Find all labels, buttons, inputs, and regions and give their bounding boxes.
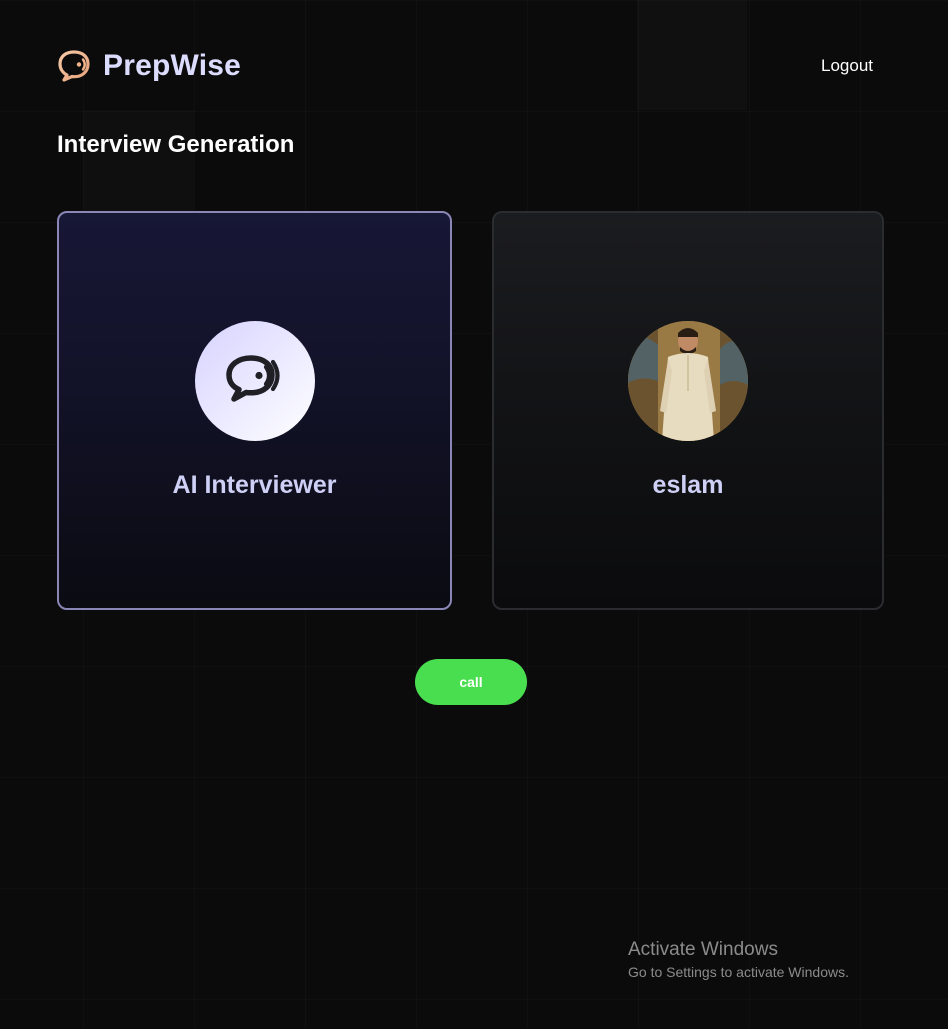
user-card: eslam — [492, 211, 884, 610]
navbar: PrepWise Logout — [57, 44, 873, 88]
brand-name: PrepWise — [103, 49, 242, 82]
call-button[interactable]: call — [415, 659, 527, 705]
user-photo-image — [628, 321, 748, 441]
logout-link[interactable]: Logout — [821, 56, 873, 76]
ai-interviewer-name: AI Interviewer — [172, 471, 337, 499]
page-title: Interview Generation — [57, 131, 295, 158]
interview-page: PrepWise Logout Interview Generation AI … — [0, 0, 948, 1029]
user-name: eslam — [652, 471, 724, 499]
brand-link[interactable]: PrepWise — [57, 49, 241, 83]
windows-activation-watermark: Activate Windows Go to Settings to activ… — [628, 939, 849, 983]
user-avatar — [628, 321, 748, 441]
ai-avatar — [194, 321, 315, 441]
watermark-title: Activate Windows — [628, 939, 778, 960]
chat-bubble-audio-icon — [225, 355, 280, 402]
background-tile — [83, 110, 194, 221]
watermark-subtitle: Go to Settings to activate Windows. — [628, 964, 849, 980]
ai-interviewer-card: AI Interviewer — [57, 211, 452, 610]
logo-icon — [58, 50, 90, 82]
